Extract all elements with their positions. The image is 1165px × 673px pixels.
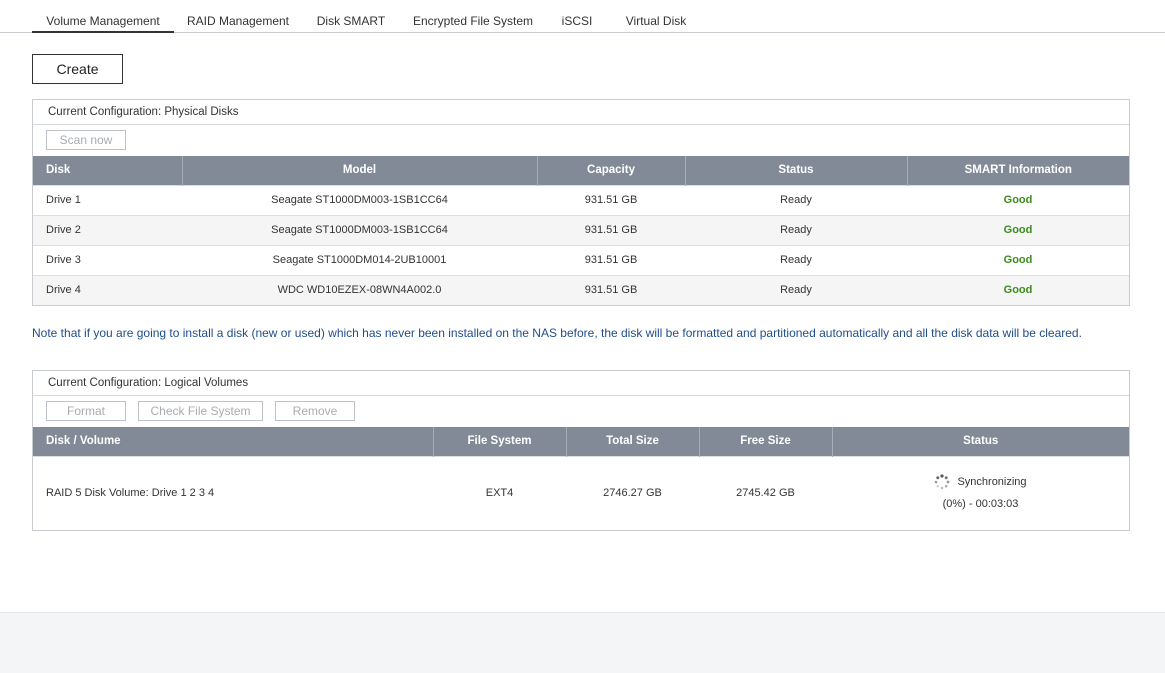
cell-smart[interactable]: Good xyxy=(907,214,1129,245)
col-header-disk[interactable]: Disk xyxy=(33,156,183,185)
disk-format-note: Note that if you are going to install a … xyxy=(32,326,1082,340)
cell-status: Ready xyxy=(685,274,907,305)
physical-disks-panel: Current Configuration: Physical Disks Sc… xyxy=(32,99,1130,306)
create-button[interactable]: Create xyxy=(32,54,123,84)
cell-capacity: 931.51 GB xyxy=(537,244,685,275)
loading-spinner-icon xyxy=(934,474,950,490)
cell-status: Ready xyxy=(685,184,907,215)
logical-volumes-panel: Current Configuration: Logical Volumes F… xyxy=(32,370,1130,531)
logical-volumes-toolbar: Format Check File System Remove xyxy=(33,396,1129,427)
cell-free-size: 2745.42 GB xyxy=(699,455,832,530)
check-file-system-button[interactable]: Check File System xyxy=(138,401,263,421)
cell-model: WDC WD10EZEX-08WN4A002.0 xyxy=(182,274,537,305)
format-button[interactable]: Format xyxy=(46,401,126,421)
cell-model: Seagate ST1000DM003-1SB1CC64 xyxy=(182,184,537,215)
cell-smart[interactable]: Good xyxy=(907,184,1129,215)
tab-disk-smart[interactable]: Disk SMART xyxy=(310,14,392,33)
physical-disks-title: Current Configuration: Physical Disks xyxy=(33,100,1129,125)
col-header-file-system[interactable]: File System xyxy=(433,427,567,456)
tab-raid-management[interactable]: RAID Management xyxy=(180,14,296,33)
cell-capacity: 931.51 GB xyxy=(537,214,685,245)
cell-total-size: 2746.27 GB xyxy=(566,455,699,530)
table-header-row: Disk Model Capacity Status SMART Informa… xyxy=(33,156,1129,185)
col-header-model[interactable]: Model xyxy=(182,156,538,185)
tab-encrypted-file-system[interactable]: Encrypted File System xyxy=(410,14,536,33)
cell-disk: Drive 4 xyxy=(33,274,182,305)
tab-bar: Volume Management RAID Management Disk S… xyxy=(0,0,1165,33)
scan-now-button[interactable]: Scan now xyxy=(46,130,126,150)
cell-smart[interactable]: Good xyxy=(907,244,1129,275)
cell-status: Ready xyxy=(685,244,907,275)
col-header-smart[interactable]: SMART Information xyxy=(907,156,1129,185)
sync-progress-text: (0%) - 00:03:03 xyxy=(942,498,1019,511)
logical-volumes-title: Current Configuration: Logical Volumes xyxy=(33,371,1129,396)
table-row[interactable]: Drive 1 Seagate ST1000DM003-1SB1CC64 931… xyxy=(33,184,1129,215)
physical-disks-toolbar: Scan now xyxy=(33,125,1129,156)
cell-capacity: 931.51 GB xyxy=(537,274,685,305)
table-row[interactable]: Drive 3 Seagate ST1000DM014-2UB10001 931… xyxy=(33,244,1129,275)
physical-disks-table: Disk Model Capacity Status SMART Informa… xyxy=(33,156,1129,305)
cell-disk: Drive 3 xyxy=(33,244,182,275)
remove-button[interactable]: Remove xyxy=(275,401,355,421)
logical-volumes-table: Disk / Volume File System Total Size Fre… xyxy=(33,427,1129,530)
col-header-total-size[interactable]: Total Size xyxy=(566,427,700,456)
cell-volume-status: Synchronizing (0%) - 00:03:03 xyxy=(832,455,1129,530)
col-header-free-size[interactable]: Free Size xyxy=(699,427,833,456)
cell-volume: RAID 5 Disk Volume: Drive 1 2 3 4 xyxy=(33,455,433,530)
cell-file-system: EXT4 xyxy=(433,455,566,530)
cell-disk: Drive 2 xyxy=(33,214,182,245)
cell-model: Seagate ST1000DM014-2UB10001 xyxy=(182,244,537,275)
col-header-disk-volume[interactable]: Disk / Volume xyxy=(33,427,434,456)
table-row[interactable]: Drive 2 Seagate ST1000DM003-1SB1CC64 931… xyxy=(33,214,1129,245)
col-header-capacity[interactable]: Capacity xyxy=(537,156,686,185)
table-row[interactable]: RAID 5 Disk Volume: Drive 1 2 3 4 EXT4 2… xyxy=(33,455,1129,530)
table-header-row: Disk / Volume File System Total Size Fre… xyxy=(33,427,1129,456)
cell-smart[interactable]: Good xyxy=(907,274,1129,305)
cell-model: Seagate ST1000DM003-1SB1CC64 xyxy=(182,214,537,245)
tab-iscsi[interactable]: iSCSI xyxy=(556,14,598,33)
sync-status-text: Synchronizing xyxy=(957,476,1027,489)
tab-volume-management[interactable]: Volume Management xyxy=(32,14,174,33)
tab-virtual-disk[interactable]: Virtual Disk xyxy=(617,14,695,33)
table-row[interactable]: Drive 4 WDC WD10EZEX-08WN4A002.0 931.51 … xyxy=(33,274,1129,305)
cell-capacity: 931.51 GB xyxy=(537,184,685,215)
footer-band xyxy=(0,612,1165,673)
cell-status: Ready xyxy=(685,214,907,245)
col-header-status[interactable]: Status xyxy=(685,156,908,185)
col-header-volume-status[interactable]: Status xyxy=(832,427,1129,456)
cell-disk: Drive 1 xyxy=(33,184,182,215)
